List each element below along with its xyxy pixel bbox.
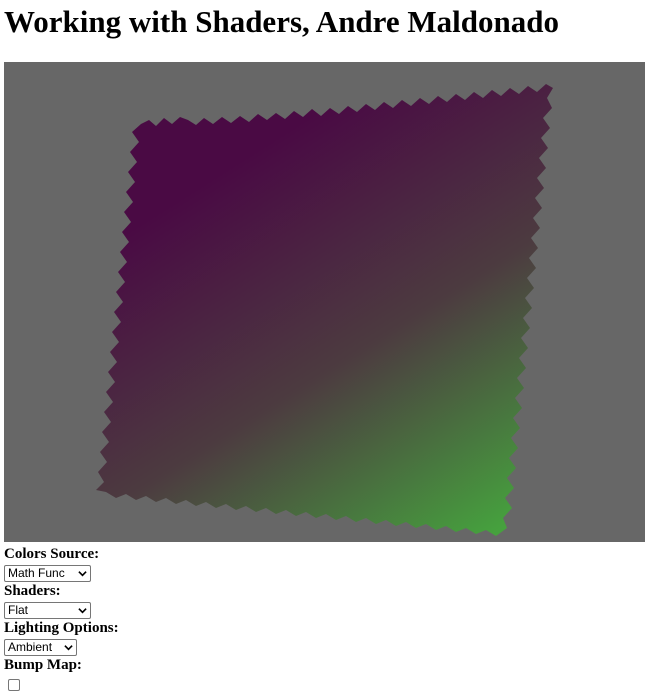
- webgl-canvas[interactable]: [4, 62, 645, 542]
- chevron-down-icon: [78, 608, 87, 614]
- lighting-options-label: Lighting Options:: [4, 620, 119, 636]
- colors-source-selected-value: Math Func: [8, 566, 65, 580]
- colors-source-select[interactable]: Math Func: [4, 565, 91, 582]
- lighting-options-selected-value: Ambient: [8, 640, 53, 654]
- shaders-label: Shaders:: [4, 583, 61, 599]
- bump-map-label: Bump Map:: [4, 657, 82, 673]
- colors-source-label: Colors Source:: [4, 546, 100, 562]
- shaded-mesh: [96, 84, 553, 536]
- bump-map-checkbox[interactable]: [8, 679, 20, 691]
- page-title: Working with Shaders, Andre Maldonado: [4, 4, 559, 39]
- shaders-select[interactable]: Flat: [4, 602, 91, 619]
- lighting-options-select[interactable]: Ambient: [4, 639, 77, 656]
- chevron-down-icon: [64, 645, 73, 651]
- shaders-selected-value: Flat: [8, 603, 29, 617]
- chevron-down-icon: [78, 571, 87, 577]
